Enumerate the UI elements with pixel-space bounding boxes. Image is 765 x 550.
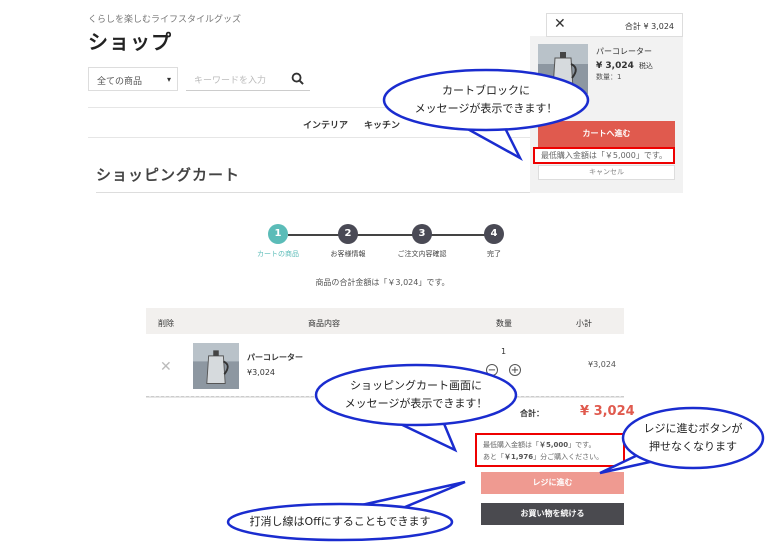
callout-1-line2: メッセージが表示できます！ (414, 102, 558, 115)
callout-1-line1: カートブロックに (442, 84, 530, 97)
callout-4-text: 打消し線はOffにすることもできます (249, 515, 431, 528)
callout-1-text: カートブロックに メッセージが表示できます！ (390, 82, 582, 118)
callout-3-line2: 押せなくなります (649, 440, 737, 453)
callout-3-line1: レジに進むボタンが (643, 422, 743, 435)
callout-balloons (226, 68, 765, 542)
callout-2-line2: メッセージが表示できます！ (344, 397, 488, 410)
callout-3-text: レジに進むボタンが 押せなくなります (628, 420, 758, 456)
callout-2-line1: ショッピングカート画面に (350, 379, 482, 392)
callout-2-text: ショッピングカート画面に メッセージが表示できます！ (320, 377, 512, 413)
